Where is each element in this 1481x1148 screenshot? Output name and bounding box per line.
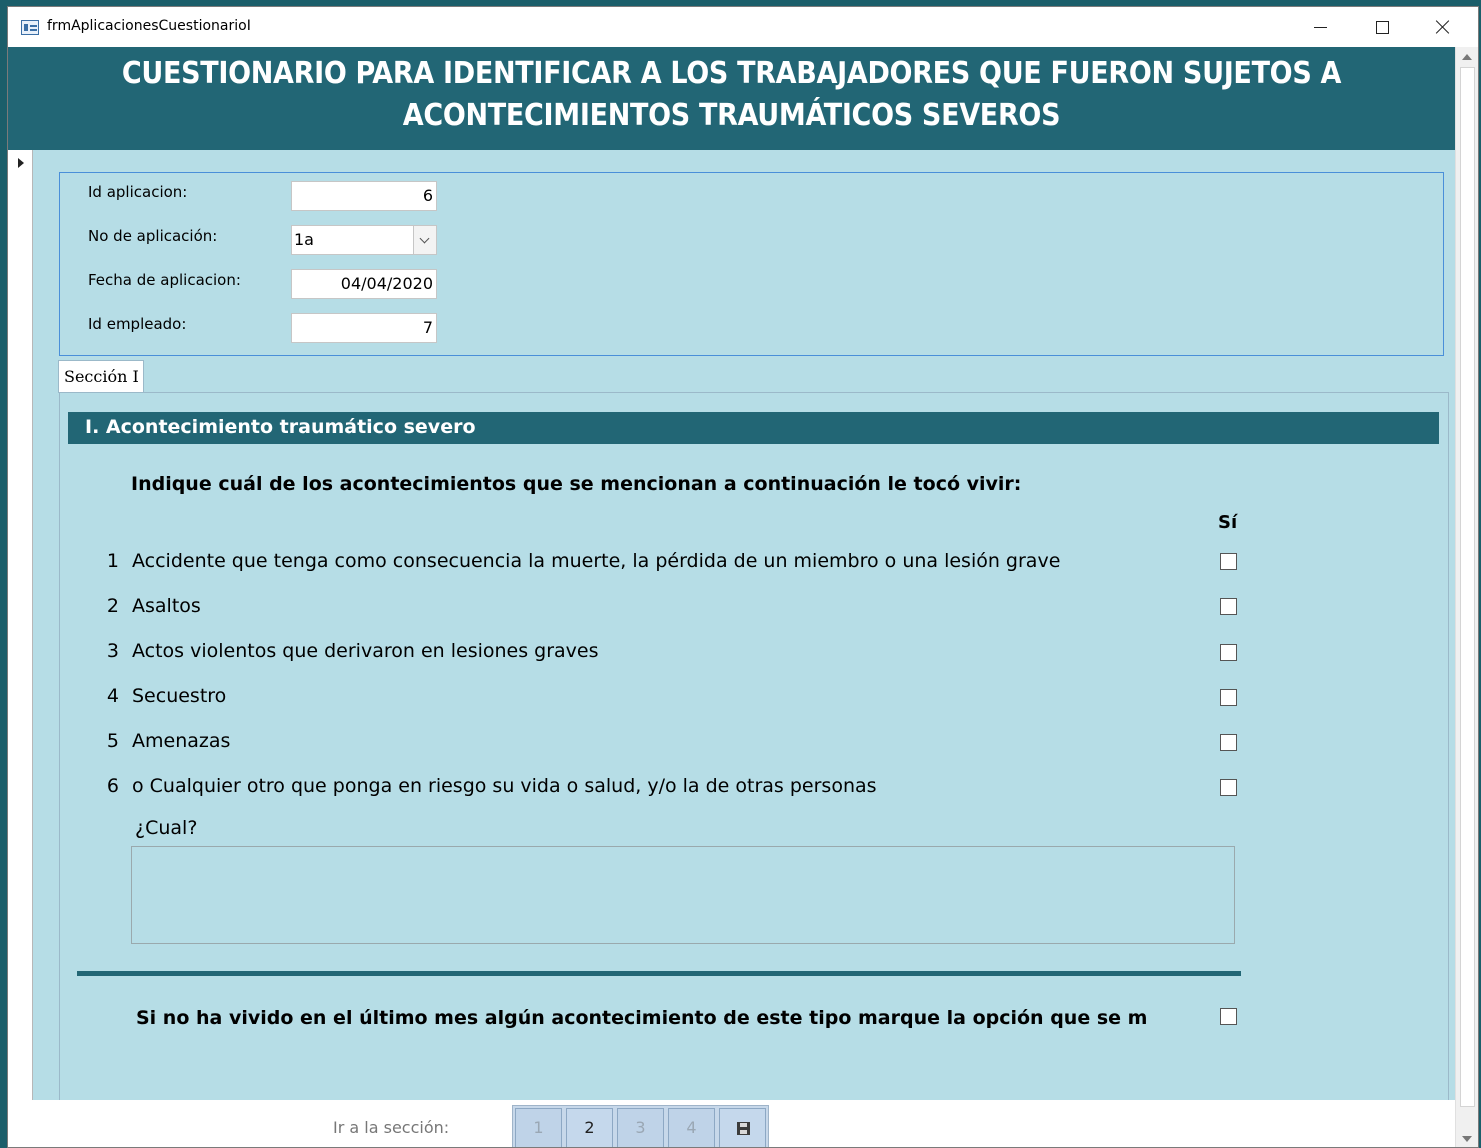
- question-row-2: 2 Asaltos: [33, 595, 1333, 625]
- question-2-checkbox[interactable]: [1220, 598, 1237, 615]
- fecha-aplicacion-label: Fecha de aplicacion:: [88, 271, 241, 289]
- question-row-6: 6 o Cualquier otro que ponga en riesgo s…: [33, 775, 1333, 805]
- form-title-line-2: ACONTECIMIENTOS TRAUMÁTICOS SEVEROS: [402, 98, 1061, 133]
- question-row-1: 1 Accidente que tenga como consecuencia …: [33, 550, 1333, 580]
- form-header: CUESTIONARIO PARA IDENTIFICAR A LOS TRAB…: [8, 47, 1455, 150]
- form-window: frmAplicacionesCuestionarioI CUESTIONARI…: [7, 6, 1479, 1148]
- window-title: frmAplicacionesCuestionarioI: [47, 18, 251, 34]
- id-aplicacion-field[interactable]: 6: [291, 181, 437, 211]
- question-number: 5: [106, 730, 119, 752]
- form-icon: [21, 20, 39, 35]
- section-divider: [77, 971, 1241, 976]
- form-title: CUESTIONARIO PARA IDENTIFICAR A LOS TRAB…: [8, 53, 1455, 137]
- question-number: 2: [106, 595, 119, 617]
- question-row-3: 3 Actos violentos que derivaron en lesio…: [33, 640, 1333, 670]
- yes-column-header: Sí: [1218, 512, 1238, 533]
- form-footer: Ir a la sección: 1 2 3 4: [8, 1100, 1455, 1147]
- question-text: Asaltos: [132, 595, 201, 617]
- goto-section-3-button[interactable]: 3: [617, 1108, 664, 1147]
- goto-section-label: Ir a la sección:: [333, 1118, 450, 1137]
- question-text: Actos violentos que derivaron en lesione…: [132, 640, 599, 662]
- goto-section-1-button[interactable]: 1: [515, 1108, 562, 1147]
- record-selector[interactable]: [8, 150, 33, 1100]
- scroll-up-icon[interactable]: [1456, 49, 1478, 66]
- scroll-thumb[interactable]: [1460, 67, 1475, 1107]
- chevron-down-icon[interactable]: [413, 226, 436, 254]
- cual-label: ¿Cual?: [135, 817, 198, 839]
- goto-section-2-button[interactable]: 2: [566, 1108, 613, 1147]
- save-button[interactable]: [719, 1108, 766, 1147]
- close-button[interactable]: [1413, 7, 1475, 47]
- application-fields-box: Id aplicacion: 6 No de aplicación: 1a Fe…: [59, 172, 1444, 356]
- no-aplicacion-combobox[interactable]: 1a: [291, 225, 437, 255]
- question-4-checkbox[interactable]: [1220, 689, 1237, 706]
- save-icon: [737, 1122, 750, 1135]
- question-3-checkbox[interactable]: [1220, 644, 1237, 661]
- id-empleado-label: Id empleado:: [88, 315, 187, 333]
- form-detail: Id aplicacion: 6 No de aplicación: 1a Fe…: [33, 150, 1455, 1112]
- question-row-4: 4 Secuestro: [33, 685, 1333, 715]
- scroll-down-icon[interactable]: [1456, 1130, 1478, 1147]
- no-lived-text: Si no ha vivido en el último mes algún a…: [136, 1007, 1146, 1029]
- title-bar: frmAplicacionesCuestionarioI: [8, 7, 1478, 47]
- section-title: I. Acontecimiento traumático severo: [68, 412, 1439, 444]
- id-empleado-field[interactable]: 7: [291, 313, 437, 343]
- id-aplicacion-label: Id aplicacion:: [88, 183, 188, 201]
- question-6-checkbox[interactable]: [1220, 779, 1237, 796]
- question-number: 1: [106, 550, 119, 572]
- question-5-checkbox[interactable]: [1220, 734, 1237, 751]
- no-aplicacion-value: 1a: [294, 230, 314, 249]
- instruction-text: Indique cuál de los acontecimientos que …: [131, 473, 1022, 495]
- fecha-aplicacion-field[interactable]: 04/04/2020: [291, 269, 437, 299]
- section-nav-bar: 1 2 3 4: [512, 1105, 769, 1147]
- vertical-scrollbar[interactable]: [1455, 47, 1478, 1147]
- question-text: Secuestro: [132, 685, 227, 707]
- no-aplicacion-label: No de aplicación:: [88, 227, 218, 245]
- maximize-button[interactable]: [1351, 7, 1413, 47]
- no-lived-checkbox[interactable]: [1220, 1008, 1237, 1025]
- tab-seccion-1[interactable]: Sección I: [58, 360, 144, 393]
- question-number: 6: [106, 775, 119, 797]
- question-number: 3: [106, 640, 119, 662]
- question-1-checkbox[interactable]: [1220, 553, 1237, 570]
- question-row-5: 5 Amenazas: [33, 730, 1333, 760]
- question-text: Accidente que tenga como consecuencia la…: [132, 550, 1061, 572]
- cual-textbox[interactable]: [131, 846, 1235, 944]
- question-number: 4: [106, 685, 119, 707]
- form-title-line-1: CUESTIONARIO PARA IDENTIFICAR A LOS TRAB…: [121, 56, 1342, 91]
- question-text: Amenazas: [132, 730, 231, 752]
- question-text: o Cualquier otro que ponga en riesgo su …: [132, 775, 877, 797]
- goto-section-4-button[interactable]: 4: [668, 1108, 715, 1147]
- current-record-arrow-icon: [18, 158, 24, 168]
- minimize-button[interactable]: [1288, 7, 1350, 47]
